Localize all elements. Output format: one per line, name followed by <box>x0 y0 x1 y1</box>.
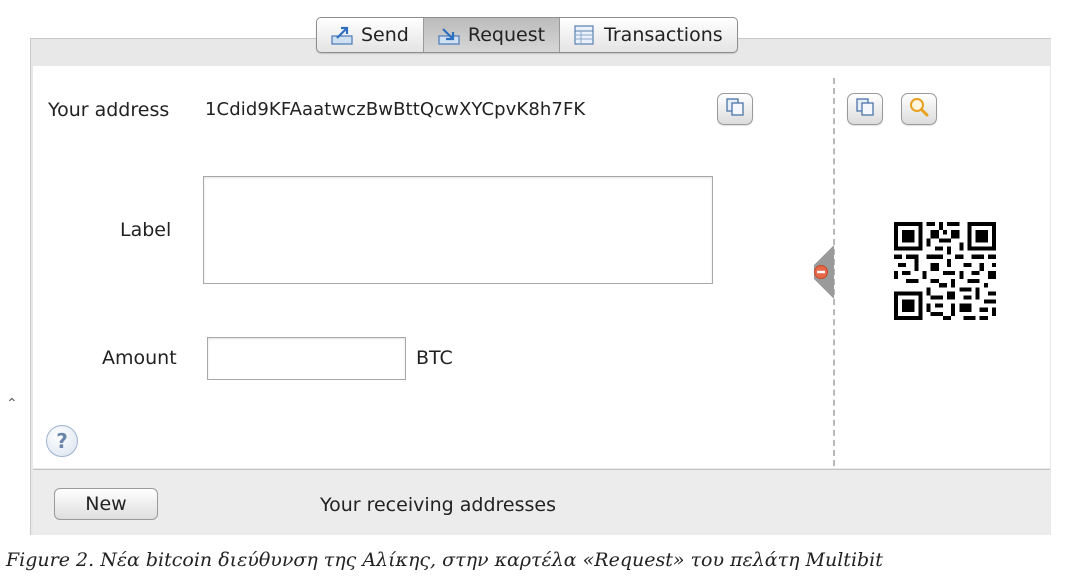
magnifier-icon <box>908 96 930 122</box>
btc-unit-label: BTC <box>416 347 453 369</box>
tab-bar: Send Request Transactions <box>316 17 738 53</box>
new-address-button[interactable]: New <box>54 488 158 520</box>
send-icon <box>331 25 353 45</box>
collapse-icon <box>814 265 828 279</box>
resize-mark: ⌃ <box>6 396 18 412</box>
receiving-addresses-title: Your receiving addresses <box>320 494 556 516</box>
request-icon <box>438 25 460 45</box>
collapse-qr-panel-handle[interactable] <box>806 245 834 299</box>
copy-qr-button[interactable] <box>847 93 883 125</box>
transactions-icon <box>574 25 596 45</box>
copy-icon <box>855 97 875 121</box>
tab-transactions[interactable]: Transactions <box>560 18 737 52</box>
zoom-qr-button[interactable] <box>901 93 937 125</box>
label-textarea[interactable] <box>203 176 713 284</box>
amount-field-label: Amount <box>102 347 177 369</box>
amount-input[interactable] <box>207 337 406 380</box>
label-field-label: Label <box>120 219 172 241</box>
bitcoin-address[interactable]: 1Cdid9KFAaatwczBwBttQcwXYCpvK8h7FK <box>205 99 585 120</box>
tab-transactions-label: Transactions <box>604 24 723 46</box>
tab-request[interactable]: Request <box>423 18 561 52</box>
qr-code-image <box>894 222 996 320</box>
tab-send-label: Send <box>361 24 409 46</box>
your-address-label: Your address <box>48 99 170 121</box>
tab-request-label: Request <box>467 24 546 46</box>
tab-send[interactable]: Send <box>317 18 424 52</box>
copy-address-button[interactable] <box>717 93 753 125</box>
figure-caption: Figure 2. Νέα bitcoin διεύθυνση της Αλίκ… <box>6 549 883 571</box>
copy-icon <box>725 97 745 121</box>
help-icon[interactable]: ? <box>46 425 78 457</box>
